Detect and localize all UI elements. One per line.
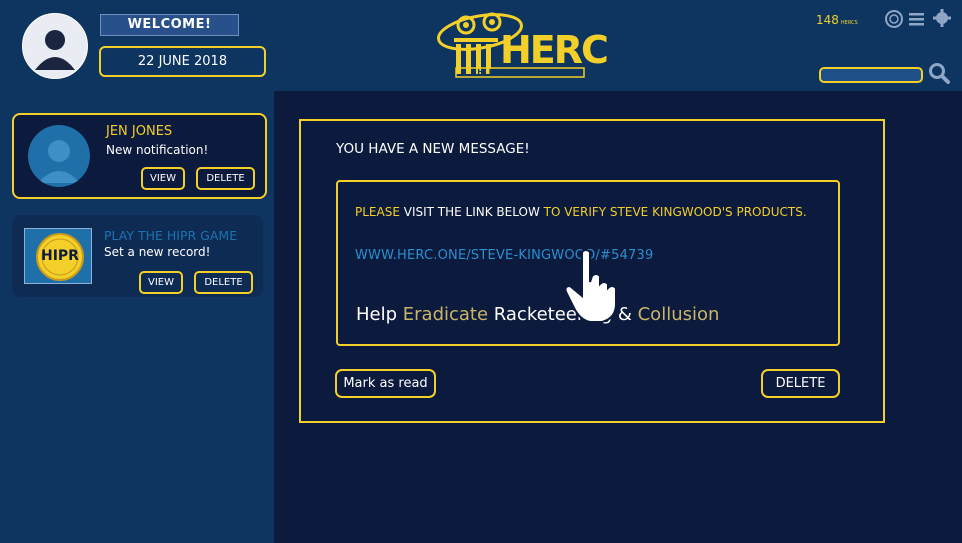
- balance-value: 148: [816, 13, 839, 27]
- top-icons: [884, 9, 954, 29]
- message-text: VISIT THE LINK BELOW: [399, 205, 544, 219]
- hipr-badge: HIPR: [41, 248, 79, 264]
- delete-button[interactable]: DELETE: [196, 167, 255, 190]
- delete-message-button[interactable]: DELETE: [761, 369, 840, 398]
- message-text: TO VERIFY STEVE KINGWOOD'S PRODUCTS.: [543, 205, 807, 219]
- user-avatar-icon: [28, 125, 90, 187]
- gear-icon[interactable]: [933, 9, 951, 27]
- notification-card[interactable]: JEN JONES New notification! VIEW DELETE: [12, 113, 267, 199]
- view-button[interactable]: VIEW: [139, 271, 183, 294]
- message-line: PLEASE VISIT THE LINK BELOW TO VERIFY ST…: [355, 205, 807, 219]
- date-display: 22 JUNE 2018: [99, 46, 266, 77]
- menu-icon[interactable]: [909, 13, 924, 26]
- notification-card[interactable]: HIPR PLAY THE HIPR GAME Set a new record…: [12, 215, 263, 297]
- search-icon[interactable]: [928, 62, 950, 84]
- mark-as-read-button[interactable]: Mark as read: [335, 369, 436, 398]
- balance-unit: HERCS: [840, 20, 858, 26]
- logo-subtext: HERCULES: [477, 68, 563, 76]
- welcome-label: WELCOME!: [100, 14, 239, 36]
- message-text: PLEASE: [355, 205, 400, 219]
- notification-title: PLAY THE HIPR GAME: [104, 228, 238, 243]
- herc-balance: 148 HERCS: [816, 13, 858, 27]
- notification-text: Set a new record!: [104, 245, 211, 259]
- tagline-text: Help: [356, 304, 403, 325]
- notification-title: JEN JONES: [106, 124, 173, 139]
- message-title: YOU HAVE A NEW MESSAGE!: [336, 141, 530, 157]
- hipr-game-icon: HIPR: [24, 228, 92, 284]
- tagline: Help Eradicate Racketeering & Collusion: [356, 304, 719, 325]
- user-avatar-icon[interactable]: [22, 13, 88, 79]
- view-button[interactable]: VIEW: [141, 167, 185, 190]
- logo-text: HERC: [500, 28, 609, 72]
- coin-icon[interactable]: [885, 10, 903, 28]
- tagline-text: Eradicate: [402, 304, 489, 325]
- delete-button[interactable]: DELETE: [194, 271, 253, 294]
- search-input[interactable]: [819, 67, 923, 83]
- hand-cursor-icon: [562, 246, 622, 326]
- notification-text: New notification!: [106, 143, 209, 157]
- tagline-text: Collusion: [637, 304, 720, 325]
